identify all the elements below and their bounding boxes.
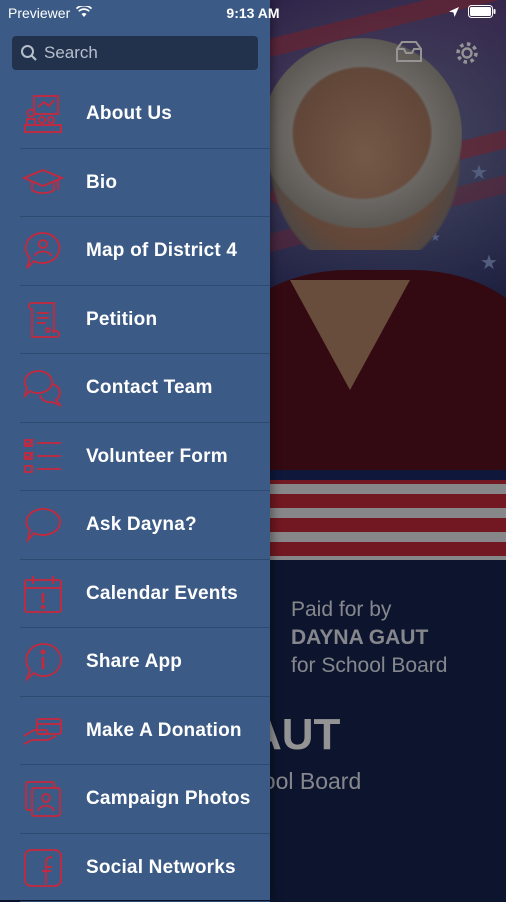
menu-item-volunteer-form[interactable]: Volunteer Form (0, 423, 270, 492)
menu-label: Social Networks (86, 857, 236, 879)
menu-item-social-networks[interactable]: Social Networks (0, 834, 270, 902)
menu-item-share-app[interactable]: Share App (0, 628, 270, 697)
chat-bubbles-icon (0, 354, 86, 422)
facebook-icon (0, 834, 86, 902)
hand-card-icon (0, 697, 86, 765)
menu-label: Map of District 4 (86, 240, 237, 262)
menu-label: Calendar Events (86, 583, 238, 605)
menu-label: Bio (86, 172, 117, 194)
menu-label: Volunteer Form (86, 446, 228, 468)
calendar-alert-icon (0, 560, 86, 628)
classroom-icon (0, 80, 86, 148)
checklist-icon (0, 423, 86, 491)
scroll-icon (0, 286, 86, 354)
side-drawer: Search About Us Bio Map of District 4 (0, 0, 270, 900)
menu-item-calendar-events[interactable]: Calendar Events (0, 560, 270, 629)
menu-label: Ask Dayna? (86, 514, 197, 536)
menu-label: Share App (86, 651, 182, 673)
battery-icon (468, 5, 496, 21)
graduation-cap-icon (0, 149, 86, 217)
clock: 9:13 AM (0, 5, 506, 21)
menu-item-campaign-photos[interactable]: Campaign Photos (0, 765, 270, 834)
menu-label: About Us (86, 103, 172, 125)
menu-label: Petition (86, 309, 157, 331)
location-arrow-icon (448, 5, 460, 21)
info-bubble-icon (0, 628, 86, 696)
menu-label: Campaign Photos (86, 788, 251, 810)
search-placeholder: Search (44, 43, 98, 63)
menu-item-ask-dayna[interactable]: Ask Dayna? (0, 491, 270, 560)
speech-bubble-icon (0, 491, 86, 559)
menu-label: Contact Team (86, 377, 213, 399)
menu-item-make-a-donation[interactable]: Make A Donation (0, 697, 270, 766)
photos-icon (0, 765, 86, 833)
person-chat-icon (0, 217, 86, 285)
drawer-menu: About Us Bio Map of District 4 Petition (0, 80, 270, 902)
search-input[interactable]: Search (12, 36, 258, 70)
menu-item-petition[interactable]: Petition (0, 286, 270, 355)
menu-item-map-of-district-4[interactable]: Map of District 4 (0, 217, 270, 286)
menu-label: Make A Donation (86, 720, 242, 742)
menu-item-about-us[interactable]: About Us (0, 80, 270, 149)
menu-item-contact-team[interactable]: Contact Team (0, 354, 270, 423)
search-icon (20, 44, 38, 62)
status-bar: Previewer 9:13 AM (0, 0, 506, 28)
status-right (448, 5, 496, 21)
menu-item-bio[interactable]: Bio (0, 149, 270, 218)
